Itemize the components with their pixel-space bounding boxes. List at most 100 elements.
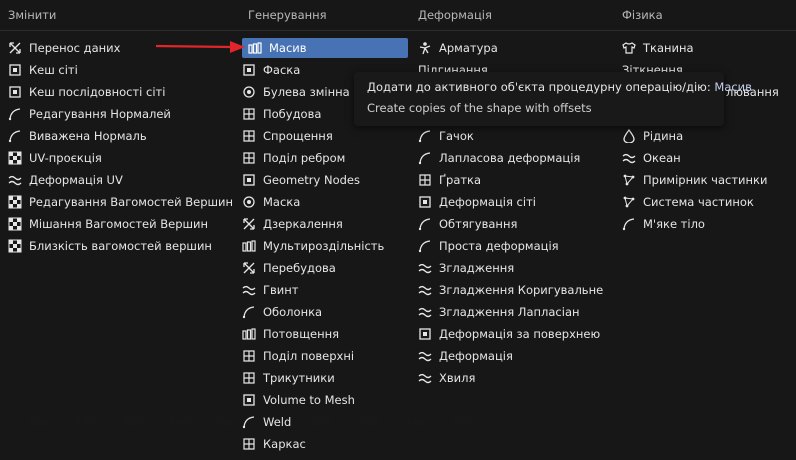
menu-item-label: Фаска — [263, 63, 301, 77]
menu-item-label: Перенос даних — [29, 41, 121, 55]
menu-item-label: Тканина — [643, 41, 694, 55]
menu-item-edge-split[interactable]: Поділ ребром — [242, 148, 408, 168]
bevel-icon — [242, 63, 256, 77]
menu-item-remesh[interactable]: Перебудова — [242, 258, 408, 278]
volume-to-mesh-icon — [242, 393, 256, 407]
menu-item-mesh-cache[interactable]: Кеш сіті — [8, 60, 228, 80]
menu-item-label: Volume to Mesh — [263, 393, 355, 407]
vertex-weight-edit-icon — [8, 195, 22, 209]
cloth-icon — [622, 41, 636, 55]
solidify-icon — [242, 327, 256, 341]
data-transfer-icon — [8, 41, 22, 55]
triangulate-icon — [242, 371, 256, 385]
menu-item-label: Деформація сіті — [439, 195, 536, 209]
menu-item-weighted-normal[interactable]: Виважена Нормаль — [8, 126, 228, 146]
menu-item-hook[interactable]: Гачок — [418, 126, 608, 146]
soft-body-icon — [622, 217, 636, 231]
laplacian-smooth-icon — [418, 305, 432, 319]
menu-item-laplacian-deform[interactable]: Лапласова деформація — [418, 148, 608, 168]
menu-item-soft-body[interactable]: М'яке тіло — [622, 214, 792, 234]
menu-item-normal-edit[interactable]: Редагування Нормалей — [8, 104, 228, 124]
uv-project-icon — [8, 151, 22, 165]
wireframe-icon — [242, 437, 256, 451]
menu-item-shrinkwrap[interactable]: Обтягування — [418, 214, 608, 234]
menu-item-vertex-weight-edit[interactable]: Редагування Вагомостей Вершин — [8, 192, 233, 212]
menu-item-multires[interactable]: Мультироздільність — [242, 236, 408, 256]
tooltip-operator-name: Масив — [714, 80, 752, 94]
menu-item-label: Система частинок — [643, 195, 754, 209]
multires-icon — [242, 239, 256, 253]
menu-item-simple-deform[interactable]: Проста деформація — [418, 236, 608, 256]
menu-item-label: Океан — [643, 151, 681, 165]
menu-item-solidify[interactable]: Потовщення — [242, 324, 408, 344]
laplacian-deform-icon — [418, 151, 432, 165]
menu-item-label: Маска — [263, 195, 301, 209]
menu-item-label: Geometry Nodes — [263, 173, 361, 187]
menu-item-vertex-weight-mix[interactable]: Мішання Вагомостей Вершин — [8, 214, 228, 234]
menu-item-mask[interactable]: Маска — [242, 192, 408, 212]
header-divider — [0, 30, 796, 31]
menu-item-label: Каркас — [263, 437, 306, 451]
vertex-weight-proximity-icon — [8, 239, 22, 253]
menu-item-label: Арматура — [439, 41, 498, 55]
menu-item-uv-project[interactable]: UV-проєкція — [8, 148, 228, 168]
menu-item-fluid[interactable]: Рідина — [622, 126, 792, 146]
menu-item-corrective-smooth[interactable]: Згладження Коригувальне — [418, 280, 608, 300]
menu-item-subdivision-surface[interactable]: Поділ поверхні — [242, 346, 408, 366]
menu-item-label: Примірник частинки — [643, 173, 768, 187]
menu-item-wave[interactable]: Хвиля — [418, 368, 608, 388]
tooltip-python-description: Create copies of the shape with offsets — [367, 101, 592, 115]
menu-item-label: Weld — [263, 415, 292, 429]
skin-icon — [242, 305, 256, 319]
menu-item-array[interactable]: Масив — [242, 38, 408, 58]
add-modifier-menu: Змінити Генерування Деформація Фізика Пе… — [0, 0, 796, 460]
menu-item-lattice[interactable]: Ґратка — [418, 170, 608, 190]
menu-item-cloth[interactable]: Тканина — [622, 38, 792, 58]
menu-item-label: Деформація за поверхнею — [439, 327, 601, 341]
menu-item-mirror[interactable]: Дзеркалення — [242, 214, 408, 234]
menu-item-label: Масив — [269, 41, 307, 55]
mesh-cache-icon — [8, 63, 22, 77]
edge-split-icon — [242, 151, 256, 165]
column-header-deform: Деформація — [418, 8, 492, 22]
menu-item-vertex-weight-proximity[interactable]: Близкість вагомостей вершин — [8, 236, 228, 256]
menu-item-laplacian-smooth[interactable]: Згладження Лапласіан — [418, 302, 608, 322]
menu-item-ocean[interactable]: Океан — [622, 148, 792, 168]
menu-item-label: Хвиля — [439, 371, 476, 385]
menu-item-warp[interactable]: Деформація — [418, 346, 608, 366]
menu-item-label: Трикутники — [263, 371, 335, 385]
menu-item-label: Побудова — [263, 107, 322, 121]
menu-item-particle-instance[interactable]: Примірник частинки — [622, 170, 792, 190]
menu-item-decimate[interactable]: Спрощення — [242, 126, 408, 146]
menu-item-label: Мультироздільність — [263, 239, 385, 253]
menu-item-mesh-deform[interactable]: Деформація сіті — [418, 192, 608, 212]
menu-item-label: Згладження — [439, 261, 515, 275]
armature-icon — [418, 41, 432, 55]
menu-item-label: UV-проєкція — [29, 151, 102, 165]
menu-item-label: Проста деформація — [439, 239, 559, 253]
screw-icon — [242, 283, 256, 297]
menu-item-label: Близкість вагомостей вершин — [29, 239, 212, 253]
weighted-normal-icon — [8, 129, 22, 143]
menu-item-smooth[interactable]: Згладження — [418, 258, 608, 278]
menu-item-screw[interactable]: Гвинт — [242, 280, 408, 300]
corrective-smooth-icon — [418, 283, 432, 297]
menu-item-label: Мішання Вагомостей Вершин — [29, 217, 209, 231]
normal-edit-icon — [8, 107, 22, 121]
menu-item-skin[interactable]: Оболонка — [242, 302, 408, 322]
mask-icon — [242, 195, 256, 209]
menu-item-label: Поділ поверхні — [263, 349, 355, 363]
menu-item-volume-to-mesh[interactable]: Volume to Mesh — [242, 390, 408, 410]
menu-item-uv-warp[interactable]: Деформація UV — [8, 170, 228, 190]
menu-item-wireframe[interactable]: Каркас — [242, 434, 408, 454]
menu-item-label: Потовщення — [263, 327, 340, 341]
menu-item-weld[interactable]: Weld — [242, 412, 408, 432]
column-header-edit: Змінити — [8, 8, 57, 22]
particle-system-icon — [622, 195, 636, 209]
menu-item-surface-deform[interactable]: Деформація за поверхнею — [418, 324, 608, 344]
menu-item-mesh-sequence-cache[interactable]: Кеш послідовності сіті — [8, 82, 228, 102]
menu-item-particle-system[interactable]: Система частинок — [622, 192, 792, 212]
menu-item-triangulate[interactable]: Трикутники — [242, 368, 408, 388]
menu-item-armature[interactable]: Арматура — [418, 38, 608, 58]
menu-item-geometry-nodes[interactable]: Geometry Nodes — [242, 170, 408, 190]
